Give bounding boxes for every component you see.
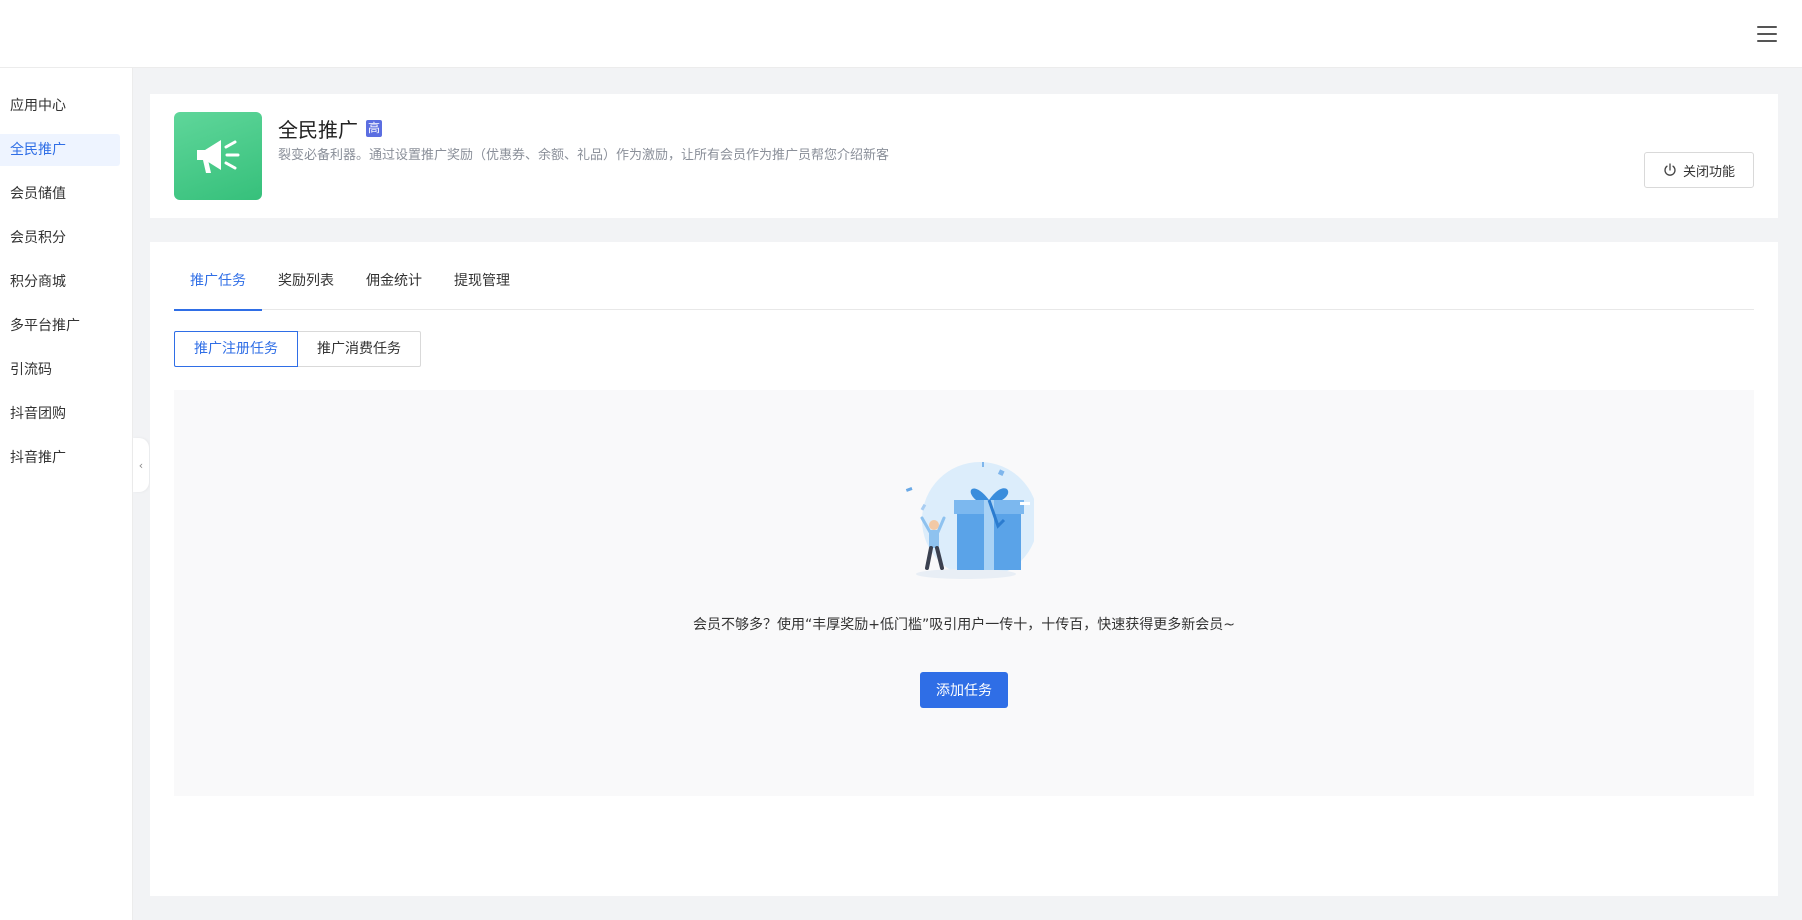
task-type-toggle: 推广注册任务 推广消费任务 xyxy=(174,331,421,367)
tab-withdrawal-management[interactable]: 提现管理 xyxy=(438,262,526,310)
tab-promotion-tasks[interactable]: 推广任务 xyxy=(174,262,262,311)
close-feature-label: 关闭功能 xyxy=(1682,164,1735,180)
sidebar-item-member-recharge[interactable]: 会员储值 xyxy=(0,178,120,210)
gift-celebration-illustration xyxy=(894,458,1038,582)
chevron-left-icon: ‹ xyxy=(138,458,144,472)
app-description: 裂变必备利器。通过设置推广奖励（优惠券、余额、礼品）作为激励，让所有会员作为推广… xyxy=(278,148,890,163)
tab-reward-list[interactable]: 奖励列表 xyxy=(262,262,350,310)
app-header-card: 全民推广 高 裂变必备利器。通过设置推广奖励（优惠券、余额、礼品）作为激励，让所… xyxy=(150,94,1778,218)
sidebar-item-promotion[interactable]: 全民推广 xyxy=(0,134,120,166)
top-bar xyxy=(0,0,1802,68)
empty-state-panel: 会员不够多？使用“丰厚奖励+低门槛”吸引用户一传十，十传百，快速获得更多新会员~… xyxy=(174,390,1754,796)
megaphone-icon xyxy=(174,112,262,200)
main-content-card: 推广任务 奖励列表 佣金统计 提现管理 推广注册任务 推广消费任务 会员不够多？… xyxy=(150,242,1778,896)
sidebar-item-multi-platform[interactable]: 多平台推广 xyxy=(0,310,120,342)
sidebar-item-points-mall[interactable]: 积分商城 xyxy=(0,266,120,298)
subtab-register-task[interactable]: 推广注册任务 xyxy=(174,331,298,367)
sidebar-nav: 应用中心 全民推广 会员储值 会员积分 积分商城 多平台推广 引流码 抖音团购 … xyxy=(0,68,132,474)
hamburger-menu-icon[interactable] xyxy=(1754,22,1780,46)
page-title: 全民推广 xyxy=(278,118,358,142)
sidebar-item-douyin-group[interactable]: 抖音团购 xyxy=(0,398,120,430)
subtab-consumption-task[interactable]: 推广消费任务 xyxy=(298,331,421,367)
sidebar-item-app-center[interactable]: 应用中心 xyxy=(0,90,120,122)
power-icon xyxy=(1663,163,1677,177)
sidebar-item-douyin-promo[interactable]: 抖音推广 xyxy=(0,442,120,474)
sidebar-collapse-handle[interactable]: ‹ xyxy=(133,438,149,492)
sidebar: 应用中心 全民推广 会员储值 会员积分 积分商城 多平台推广 引流码 抖音团购 … xyxy=(0,68,133,920)
close-feature-button[interactable]: 关闭功能 xyxy=(1644,152,1754,188)
tier-badge: 高 xyxy=(366,120,383,137)
tab-commission-stats[interactable]: 佣金统计 xyxy=(350,262,438,310)
main-tabs: 推广任务 奖励列表 佣金统计 提现管理 xyxy=(174,262,1754,311)
empty-state-message: 会员不够多？使用“丰厚奖励+低门槛”吸引用户一传十，十传百，快速获得更多新会员~ xyxy=(693,617,1235,633)
sidebar-item-member-points[interactable]: 会员积分 xyxy=(0,222,120,254)
app-title-row: 全民推广 高 xyxy=(278,114,383,143)
sidebar-item-traffic-code[interactable]: 引流码 xyxy=(0,354,120,386)
add-task-button[interactable]: 添加任务 xyxy=(920,672,1008,708)
